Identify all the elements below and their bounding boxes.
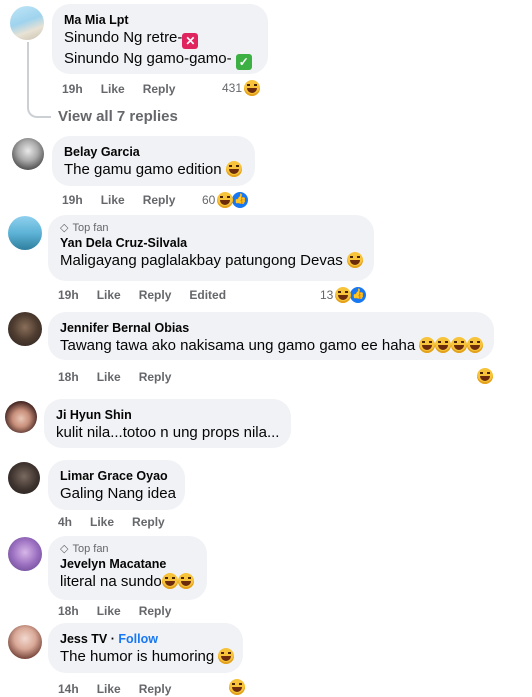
top-fan-diamond-icon: ◇ — [60, 543, 69, 555]
red-x-icon: ✕ — [182, 33, 199, 49]
reply-button[interactable]: Reply — [143, 193, 176, 207]
edited-label[interactable]: Edited — [189, 288, 226, 302]
comment-text: Maligayang paglalakbay patungong Devas — [60, 251, 363, 271]
reaction-count[interactable]: 13 👍 — [320, 286, 368, 304]
comment-text: literal na sundo — [60, 572, 195, 592]
avatar[interactable] — [12, 138, 44, 170]
like-reaction-icon: 👍 — [349, 286, 368, 304]
laughing-emoji-icon — [177, 573, 194, 589]
comment-bubble: Ji Hyun Shin kulit nila...totoo n ung pr… — [44, 399, 291, 448]
comment-actions: 14h Like Reply — [58, 682, 171, 696]
comment-text: The gamu gamo edition — [64, 160, 243, 180]
like-button[interactable]: Like — [97, 370, 121, 384]
like-button[interactable]: Like — [97, 604, 121, 618]
reply-button[interactable]: Reply — [139, 288, 172, 302]
comment-bubble: Ma Mia Lpt Sinundo Ng retre- ✕ Sinundo Ng… — [52, 4, 268, 74]
comment-actions: 18h Like Reply — [58, 370, 171, 384]
comment-text: Galing Nang idea — [60, 485, 176, 502]
comment-author[interactable]: Belay Garcia — [64, 144, 243, 160]
top-fan-badge: ◇ Top fan — [60, 222, 109, 234]
avatar[interactable] — [10, 6, 44, 40]
laughing-emoji-icon — [419, 337, 436, 353]
avatar[interactable] — [8, 216, 42, 250]
reaction-number: 60 — [202, 193, 216, 207]
comment-time[interactable]: 19h — [58, 288, 79, 302]
like-button[interactable]: Like — [97, 682, 121, 696]
comment-text: kulit nila...totoo n ung props nila... — [56, 424, 280, 441]
view-replies-link[interactable]: View all 7 replies — [58, 108, 178, 125]
comment-actions: 19h Like Reply Edited — [58, 288, 226, 302]
reaction-count[interactable]: 431 — [222, 80, 261, 96]
avatar[interactable] — [8, 537, 42, 571]
comment-time[interactable]: 14h — [58, 682, 79, 696]
comment-actions: 4h Like Reply — [58, 515, 165, 529]
like-button[interactable]: Like — [101, 193, 125, 207]
reaction-count[interactable] — [477, 368, 493, 384]
laughing-emoji-icon — [225, 161, 242, 177]
comment-actions: 19h Like Reply — [62, 193, 175, 207]
top-fan-badge: ◇ Top fan — [60, 543, 109, 555]
follow-button[interactable]: Follow — [118, 632, 158, 646]
comment-bubble: Limar Grace Oyao Galing Nang idea — [48, 460, 185, 510]
comment-bubble: Jennifer Bernal Obias Tawang tawa ako na… — [48, 312, 494, 360]
comment-time[interactable]: 4h — [58, 515, 72, 529]
like-reaction-icon: 👍 — [231, 191, 250, 209]
comment-bubble: Belay Garcia The gamu gamo edition — [52, 136, 255, 186]
comment-actions: 18h Like Reply — [58, 604, 171, 618]
green-check-icon: ✓ — [235, 54, 252, 70]
comment-text-line: Sinundo Ng retre- ✕ — [64, 28, 256, 49]
reaction-number: 13 — [320, 288, 334, 302]
comment-time[interactable]: 19h — [62, 82, 83, 96]
reply-button[interactable]: Reply — [139, 370, 172, 384]
top-fan-diamond-icon: ◇ — [60, 222, 69, 234]
laughing-emoji-icon — [244, 80, 261, 96]
laughing-emoji-icon — [467, 337, 484, 353]
laughing-emoji-icon — [229, 679, 245, 695]
laughing-emoji-icon — [217, 192, 234, 208]
comment-author[interactable]: Yan Dela Cruz-Silvala — [60, 235, 362, 251]
comment-time[interactable]: 18h — [58, 604, 79, 618]
like-button[interactable]: Like — [97, 288, 121, 302]
comment-time[interactable]: 19h — [62, 193, 83, 207]
like-button[interactable]: Like — [101, 82, 125, 96]
thread-line — [27, 42, 51, 118]
comment-author[interactable]: Ji Hyun Shin — [56, 407, 279, 423]
reply-button[interactable]: Reply — [143, 82, 176, 96]
laughing-emoji-icon — [435, 337, 452, 353]
rofl-emoji-icon — [161, 573, 178, 589]
comment-text: Tawang tawa ako nakisama ung gamo gamo e… — [60, 336, 484, 356]
reaction-count[interactable] — [229, 679, 245, 695]
avatar[interactable] — [8, 625, 42, 659]
avatar[interactable] — [8, 312, 42, 346]
comment-bubble: Jess TV · Follow The humor is humoring — [48, 623, 243, 673]
comment-text: The humor is humoring — [60, 647, 235, 667]
rofl-emoji-icon — [218, 648, 235, 664]
laughing-emoji-icon — [451, 337, 468, 353]
laughing-emoji-icon — [346, 252, 363, 268]
reaction-count[interactable]: 60 👍 — [202, 191, 250, 209]
comment-bubble: ◇ Top fan Yan Dela Cruz-Silvala Maligayan… — [48, 215, 374, 281]
laughing-emoji-icon — [477, 368, 493, 384]
avatar[interactable] — [5, 401, 37, 433]
reply-button[interactable]: Reply — [139, 682, 172, 696]
comment-author[interactable]: Ma Mia Lpt — [64, 12, 256, 28]
comment-author[interactable]: Jevelyn Macatane — [60, 556, 195, 572]
comment-text-line: Sinundo Ng gamo-gamo- ✓ — [64, 49, 256, 70]
reply-button[interactable]: Reply — [139, 604, 172, 618]
avatar[interactable] — [8, 462, 40, 494]
comment-author[interactable]: Limar Grace Oyao — [60, 468, 173, 484]
reaction-number: 431 — [222, 81, 243, 95]
comment-author-name[interactable]: Jess TV — [60, 632, 107, 646]
like-button[interactable]: Like — [90, 515, 114, 529]
laughing-emoji-icon — [335, 287, 352, 303]
comment-time[interactable]: 18h — [58, 370, 79, 384]
comment-actions: 19h Like Reply — [62, 82, 175, 96]
comment-author: Jess TV · Follow — [60, 632, 158, 646]
reply-button[interactable]: Reply — [132, 515, 165, 529]
comment-bubble: ◇ Top fan Jevelyn Macatane literal na sun… — [48, 536, 207, 600]
comment-author[interactable]: Jennifer Bernal Obias — [60, 320, 482, 336]
